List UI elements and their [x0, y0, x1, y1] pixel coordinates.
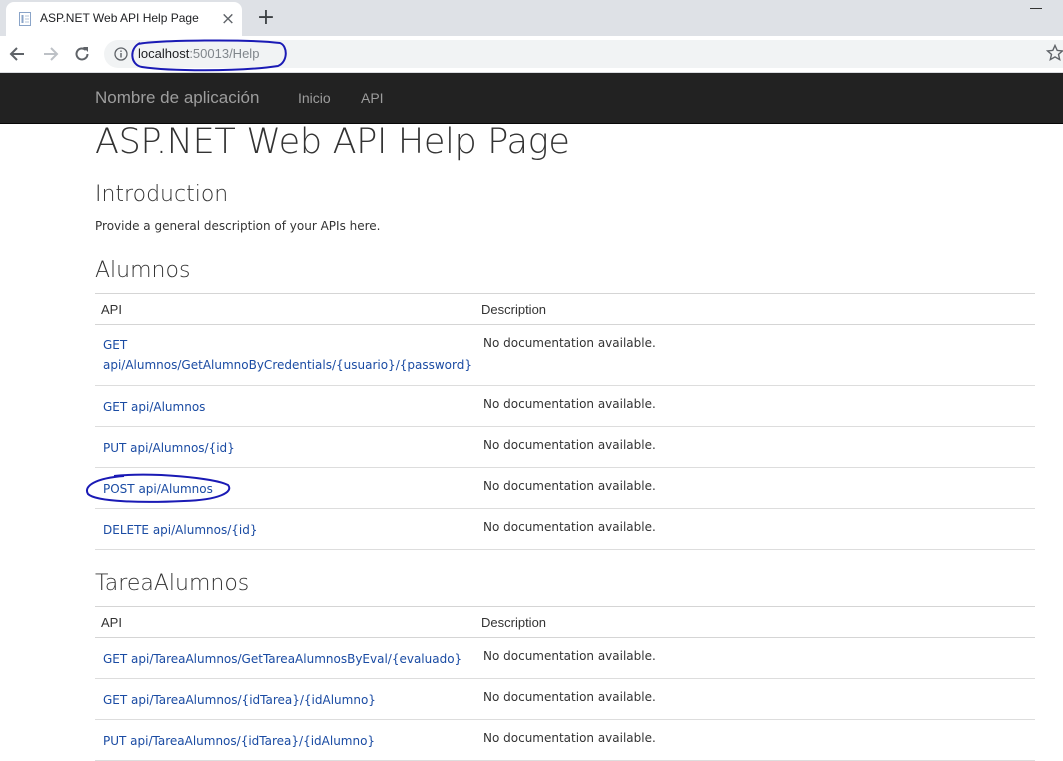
page-icon: [19, 12, 31, 26]
table-row: GET api/TareaAlumnos/{idTarea}/{idAlumno…: [95, 678, 1035, 720]
close-tab-icon[interactable]: ×: [220, 11, 236, 28]
column-header-api: API: [95, 293, 475, 325]
description-cell: No documentation available.: [475, 467, 1035, 509]
api-link[interactable]: PUT api/Alumnos/{id}: [103, 441, 235, 455]
table-header-row: API Description: [95, 293, 1035, 325]
table-header-row: API Description: [95, 606, 1035, 638]
forward-arrow-icon[interactable]: [40, 44, 60, 64]
back-arrow-icon[interactable]: [8, 44, 28, 64]
site-navbar: Nombre de aplicación Inicio API: [0, 73, 1063, 124]
description-cell: No documentation available.: [475, 426, 1035, 468]
table-row: GET api/TareaAlumnos/GetTareaAlumnosByEv…: [95, 637, 1035, 679]
browser-tab[interactable]: ASP.NET Web API Help Page ×: [6, 2, 242, 36]
api-cell: DELETE api/Alumnos/{id}: [95, 508, 475, 550]
api-cell: GET api/TareaAlumnos/GetTareaAlumnosByEv…: [95, 637, 475, 679]
bookmark-star-icon[interactable]: [1046, 44, 1063, 62]
alumnos-api-table: API Description GET api/Alumnos/GetAlumn…: [95, 293, 1035, 550]
table-row: POST api/Alumnos No documentation availa…: [95, 467, 1035, 509]
api-cell: GET api/Alumnos/GetAlumnoByCredentials/{…: [95, 324, 475, 386]
description-cell: No documentation available.: [475, 637, 1035, 679]
url-text[interactable]: localhost:50013/Help: [138, 46, 259, 61]
table-row: DELETE api/Alumnos/{id} No documentation…: [95, 508, 1035, 550]
nav-link-api[interactable]: API: [361, 90, 384, 106]
url-path: :50013/Help: [189, 46, 260, 61]
column-header-description: Description: [475, 293, 1035, 325]
description-cell: No documentation available.: [475, 678, 1035, 720]
introduction-text: Provide a general description of your AP…: [95, 219, 381, 233]
api-cell: GET api/TareaAlumnos/{idTarea}/{idAlumno…: [95, 678, 475, 720]
tareaalumnos-api-table: API Description GET api/TareaAlumnos/Get…: [95, 606, 1035, 761]
api-link[interactable]: GET api/TareaAlumnos/{idTarea}/{idAlumno…: [103, 693, 376, 707]
introduction-heading: Introduction: [95, 182, 229, 207]
api-cell: POST api/Alumnos: [95, 467, 475, 509]
api-link[interactable]: DELETE api/Alumnos/{id}: [103, 523, 257, 537]
description-cell: No documentation available.: [475, 385, 1035, 427]
new-tab-button[interactable]: +: [256, 7, 276, 29]
api-link[interactable]: GET api/TareaAlumnos/GetTareaAlumnosByEv…: [103, 652, 462, 666]
description-cell: No documentation available.: [475, 508, 1035, 550]
description-cell: No documentation available.: [475, 324, 1035, 386]
table-row: GET api/Alumnos/GetAlumnoByCredentials/{…: [95, 324, 1035, 386]
table-row: PUT api/Alumnos/{id} No documentation av…: [95, 426, 1035, 468]
table-row: GET api/Alumnos No documentation availab…: [95, 385, 1035, 427]
info-icon[interactable]: [114, 47, 128, 61]
column-header-api: API: [95, 606, 475, 638]
tab-title: ASP.NET Web API Help Page: [40, 11, 199, 25]
table-row: PUT api/TareaAlumnos/{idTarea}/{idAlumno…: [95, 719, 1035, 761]
tareaalumnos-heading: TareaAlumnos: [95, 571, 250, 596]
api-cell: PUT api/TareaAlumnos/{idTarea}/{idAlumno…: [95, 719, 475, 761]
api-link[interactable]: GET api/Alumnos/GetAlumnoByCredentials/{…: [103, 335, 472, 375]
api-cell: GET api/Alumnos: [95, 385, 475, 427]
browser-tabstrip: ASP.NET Web API Help Page × +: [0, 0, 1063, 36]
address-bar[interactable]: localhost:50013/Help: [104, 40, 1063, 68]
column-header-description: Description: [475, 606, 1035, 638]
api-link[interactable]: GET api/Alumnos: [103, 400, 205, 414]
page-title: ASP.NET Web API Help Page: [95, 122, 570, 162]
nav-link-inicio[interactable]: Inicio: [298, 90, 331, 106]
minimize-window-icon[interactable]: [1030, 8, 1042, 9]
api-link[interactable]: POST api/Alumnos: [103, 482, 213, 496]
api-cell: PUT api/Alumnos/{id}: [95, 426, 475, 468]
api-link[interactable]: PUT api/TareaAlumnos/{idTarea}/{idAlumno…: [103, 734, 375, 748]
reload-icon[interactable]: [72, 44, 92, 64]
description-cell: No documentation available.: [475, 719, 1035, 761]
brand-link[interactable]: Nombre de aplicación: [95, 88, 259, 108]
alumnos-heading: Alumnos: [95, 258, 191, 283]
url-host: localhost: [138, 46, 190, 61]
browser-toolbar: localhost:50013/Help: [0, 36, 1063, 73]
